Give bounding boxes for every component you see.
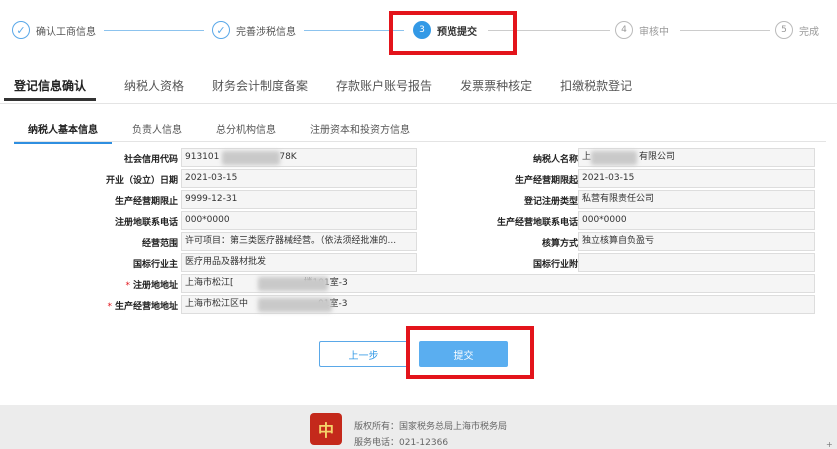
divider <box>14 141 826 142</box>
tab-withholding-registration[interactable]: 扣缴税款登记 <box>560 77 632 101</box>
divider <box>0 103 837 104</box>
reg-phone-label: 注册地联系电话 <box>114 218 178 228</box>
open-date-field[interactable]: 2021-03-15 <box>181 169 417 188</box>
industry-main-field[interactable]: 医疗用品及器材批发 <box>181 253 417 272</box>
step-5-label: 完成 <box>799 26 819 38</box>
accounting-label: 核算方式 <box>541 239 578 249</box>
subtab-capital-info[interactable]: 注册资本和投资方信息 <box>296 117 424 144</box>
taxpayer-name-label: 纳税人名称 <box>532 155 578 165</box>
sub-tabs: 纳税人基本信息 负责人信息 总分机构信息 注册资本和投资方信息 <box>14 117 430 144</box>
prev-step-button[interactable]: 上一步 <box>319 341 408 367</box>
op-end-field[interactable]: 9999-12-31 <box>181 190 417 209</box>
subtab-branch-info[interactable]: 总分机构信息 <box>202 117 290 144</box>
tab-invoice-type[interactable]: 发票票种核定 <box>460 77 532 101</box>
redaction-blur <box>591 151 637 165</box>
redaction-blur <box>258 298 332 312</box>
open-date-label: 开业（设立）日期 <box>105 176 178 186</box>
industry-main-label: 国标行业主 <box>132 260 178 270</box>
main-tabs: 登记信息确认 纳税人资格 财务会计制度备案 存款账户账号报告 发票票种核定 扣缴… <box>4 77 660 101</box>
scope-label: 经营范围 <box>141 239 178 249</box>
highlight-box-step <box>389 11 517 55</box>
step-connector <box>680 30 770 31</box>
tab-accounting-filing[interactable]: 财务会计制度备案 <box>212 77 308 101</box>
subtab-principal-info[interactable]: 负责人信息 <box>118 117 196 144</box>
redaction-blur <box>222 151 280 165</box>
step-1-label: 确认工商信息 <box>36 26 96 38</box>
reg-phone-field[interactable]: 000*0000 <box>181 211 417 230</box>
scope-field[interactable]: 许可项目：第三类医疗器械经营。（依法须经批准的... <box>181 232 417 251</box>
op-end-label: 生产经营期限止 <box>114 197 178 207</box>
highlight-box-submit <box>406 326 534 379</box>
reg-type-label: 登记注册类型 <box>523 197 578 207</box>
step-5: 5 完成 <box>775 20 819 40</box>
reg-type-field[interactable]: 私营有限责任公司 <box>578 190 815 209</box>
industry-sub-label: 国标行业附 <box>532 260 578 270</box>
op-phone-label: 生产经营地联系电话 <box>496 218 578 228</box>
cursor-icon: + <box>826 440 833 449</box>
step-2: ✓ 完善涉税信息 <box>212 20 296 40</box>
reg-addr-label: * 注册地地址 <box>125 281 178 291</box>
subtab-basic-info[interactable]: 纳税人基本信息 <box>14 117 112 144</box>
op-phone-field[interactable]: 000*0000 <box>578 211 815 230</box>
step-4: 4 审核中 <box>615 20 669 40</box>
step-4-number: 4 <box>615 21 633 39</box>
step-5-number: 5 <box>775 21 793 39</box>
op-addr-label: * 生产经营地地址 <box>107 302 178 312</box>
tab-bank-account-report[interactable]: 存款账户账号报告 <box>336 77 432 101</box>
step-4-label: 审核中 <box>639 26 669 38</box>
footer-phone: 服务电话：021-12366 <box>354 438 449 448</box>
op-start-field[interactable]: 2021-03-15 <box>578 169 815 188</box>
check-icon: ✓ <box>212 21 230 39</box>
industry-sub-field[interactable] <box>578 253 815 272</box>
footer-copyright: 版权所有：国家税务总局上海市税务局 <box>354 422 508 432</box>
step-1: ✓ 确认工商信息 <box>12 20 96 40</box>
tax-bureau-logo: 中 <box>310 413 342 445</box>
op-start-label: 生产经营期限起 <box>514 176 578 186</box>
redaction-blur <box>258 277 328 291</box>
accounting-field[interactable]: 独立核算自负盈亏 <box>578 232 815 251</box>
credit-code-label: 社会信用代码 <box>123 155 178 165</box>
tab-taxpayer-qualification[interactable]: 纳税人资格 <box>124 77 184 101</box>
check-icon: ✓ <box>12 21 30 39</box>
step-2-label: 完善涉税信息 <box>236 26 296 38</box>
step-connector <box>104 30 204 31</box>
tab-registration-confirm[interactable]: 登记信息确认 <box>4 77 97 101</box>
required-mark: * <box>125 281 130 291</box>
required-mark: * <box>107 302 112 312</box>
credit-code-field[interactable]: 913101 78K <box>181 148 417 167</box>
